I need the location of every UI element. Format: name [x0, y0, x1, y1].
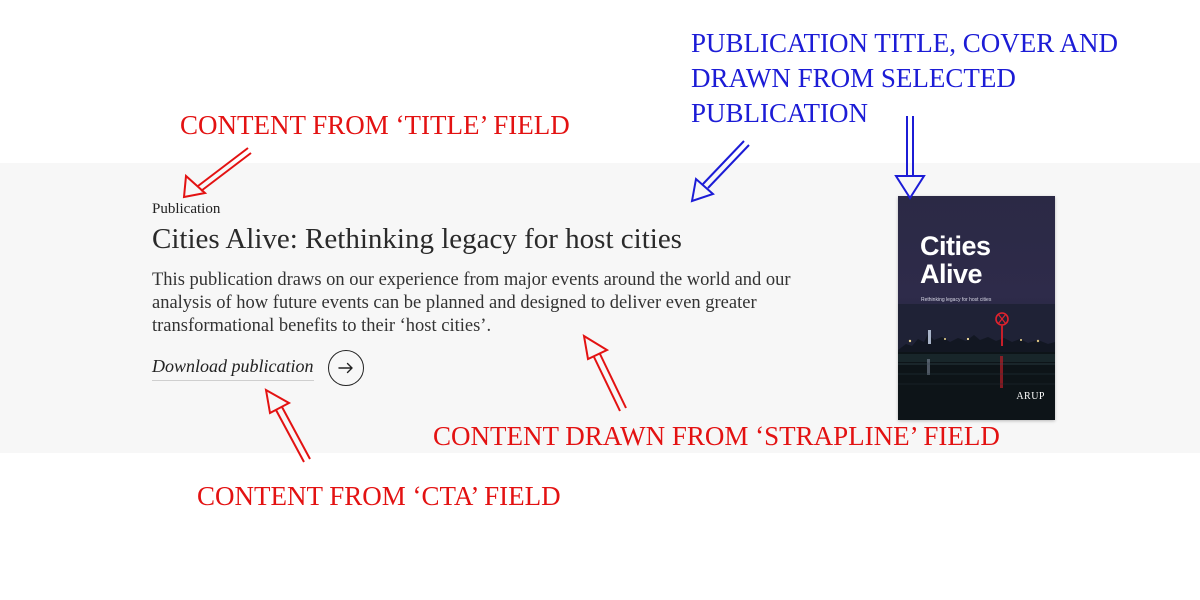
publication-cover[interactable]: Cities Alive Rethinking legacy for host … [898, 196, 1055, 420]
annotation-publication-line3: PUBLICATION [691, 98, 869, 128]
cover-night-skyline-image [898, 304, 1055, 420]
arup-logo: ARUP [1016, 391, 1045, 402]
cover-subtitle: Rethinking legacy for host cities [921, 297, 992, 303]
cover-title-line1: Cities [920, 231, 991, 261]
publication-eyebrow: Publication [152, 201, 221, 217]
publication-title[interactable]: Cities Alive: Rethinking legacy for host… [152, 221, 682, 257]
download-publication-label[interactable]: Download publication [152, 355, 314, 381]
annotation-cta-field: CONTENT FROM ‘CTA’ FIELD [197, 481, 561, 511]
cover-title-line2: Alive [920, 259, 983, 289]
arrow-right-icon[interactable] [327, 350, 364, 386]
annotation-publication-line1: PUBLICATION TITLE, COVER AND [691, 28, 1118, 58]
annotation-publication-line2: DRAWN FROM SELECTED [691, 63, 1016, 93]
annotation-title-field: CONTENT FROM ‘TITLE’ FIELD [180, 110, 570, 140]
download-publication-link[interactable]: Download publication [152, 350, 364, 386]
publication-strapline: This publication draws on our experience… [152, 270, 791, 336]
annotation-strapline-field: CONTENT DRAWN FROM ‘STRAPLINE’ FIELD [433, 421, 1000, 451]
cover-title: Cities Alive [920, 232, 991, 288]
